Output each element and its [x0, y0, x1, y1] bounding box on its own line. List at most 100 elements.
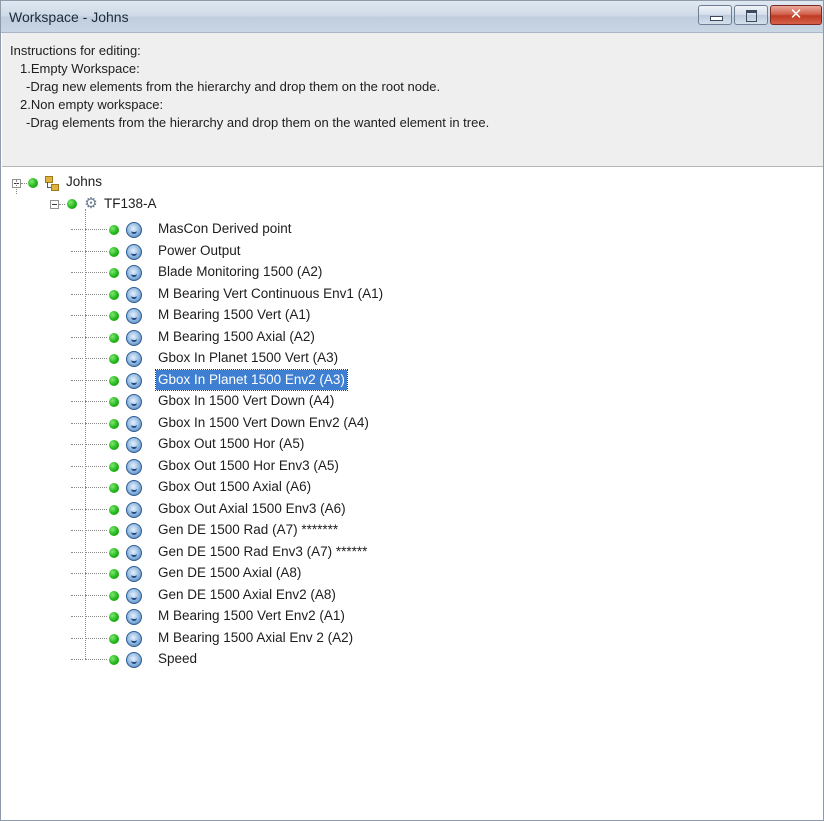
- sensor-point-icon: [126, 545, 142, 561]
- tree-item-label[interactable]: Gen DE 1500 Axial (A8): [156, 563, 303, 583]
- status-ok-icon: [109, 569, 119, 579]
- tree-item-label[interactable]: Gbox In Planet 1500 Env2 (A3): [155, 369, 348, 391]
- status-ok-icon: [109, 397, 119, 407]
- title-bar[interactable]: Workspace - Johns ✕: [1, 1, 823, 33]
- close-button[interactable]: ✕: [770, 5, 822, 25]
- tree-item-label[interactable]: Gbox In Planet 1500 Vert (A3): [156, 348, 340, 368]
- tree-connector: [85, 530, 107, 531]
- tree-item-measurement-point[interactable]: Power Output: [1, 241, 501, 263]
- maximize-button[interactable]: [734, 5, 768, 25]
- tree-item-measurement-point[interactable]: Gbox Out Axial 1500 Env3 (A6): [1, 499, 501, 521]
- tree-item-measurement-point[interactable]: Gbox In 1500 Vert Down Env2 (A4): [1, 413, 501, 435]
- tree-connector: [71, 315, 83, 316]
- tree-connector: [71, 294, 83, 295]
- tree-item-measurement-point[interactable]: Gbox Out 1500 Hor Env3 (A5): [1, 456, 501, 478]
- sensor-point-icon: [126, 351, 142, 367]
- tree-item-measurement-point[interactable]: Gbox Out 1500 Hor (A5): [1, 434, 501, 456]
- tree-item-measurement-point[interactable]: M Bearing 1500 Axial Env 2 (A2): [1, 628, 501, 650]
- minimize-button[interactable]: [698, 5, 732, 25]
- tree-node-machine[interactable]: ⚙ TF138-A: [1, 180, 301, 216]
- tree-connector: [85, 487, 107, 488]
- tree-connector: [71, 552, 83, 553]
- tree-connector: [71, 659, 83, 660]
- tree-connector: [71, 337, 83, 338]
- tree-item-label[interactable]: Gen DE 1500 Axial Env2 (A8): [156, 585, 338, 605]
- sensor-point-icon: [126, 588, 142, 604]
- tree-connector: [85, 251, 107, 252]
- tree-node-label[interactable]: TF138-A: [102, 194, 159, 214]
- instructions-panel: Instructions for editing: 1.Empty Worksp…: [2, 33, 823, 167]
- tree-item-measurement-point[interactable]: Gbox In Planet 1500 Env2 (A3): [1, 369, 501, 392]
- tree-item-measurement-point[interactable]: MasCon Derived point: [1, 219, 501, 241]
- tree-item-measurement-point[interactable]: Gen DE 1500 Axial Env2 (A8): [1, 585, 501, 607]
- tree-item-label[interactable]: Gbox In 1500 Vert Down (A4): [156, 391, 336, 411]
- tree-item-measurement-point[interactable]: Gen DE 1500 Axial (A8): [1, 563, 501, 585]
- tree-item-label[interactable]: Gbox Out Axial 1500 Env3 (A6): [156, 499, 348, 519]
- tree-connector: [85, 573, 107, 574]
- workspace-tree[interactable]: Johns ⚙ TF138-A MasCon Derived point Powe…: [1, 167, 823, 820]
- status-ok-icon: [109, 526, 119, 536]
- status-ok-icon: [109, 440, 119, 450]
- tree-connector: [85, 552, 107, 553]
- tree-connector: [85, 337, 107, 338]
- tree-item-measurement-point[interactable]: Gen DE 1500 Rad Env3 (A7) ******: [1, 542, 501, 564]
- tree-connector: [71, 272, 83, 273]
- workspace-window: Workspace - Johns ✕ Instructions for edi…: [0, 0, 824, 821]
- tree-connector: [85, 358, 107, 359]
- sensor-point-icon: [126, 502, 142, 518]
- tree-item-measurement-point[interactable]: M Bearing 1500 Axial (A2): [1, 327, 501, 349]
- tree-item-label[interactable]: MasCon Derived point: [156, 219, 294, 239]
- tree-connector: [85, 401, 107, 402]
- tree-item-label[interactable]: Blade Monitoring 1500 (A2): [156, 262, 324, 282]
- tree-connector: [85, 595, 107, 596]
- tree-item-label[interactable]: Power Output: [156, 241, 243, 261]
- tree-item-label[interactable]: M Bearing 1500 Vert (A1): [156, 305, 312, 325]
- tree-node-root[interactable]: Johns: [1, 173, 301, 195]
- tree-item-label[interactable]: Gbox In 1500 Vert Down Env2 (A4): [156, 413, 371, 433]
- tree-item-measurement-point[interactable]: Gbox Out 1500 Axial (A6): [1, 477, 501, 499]
- tree-item-label[interactable]: Speed: [156, 649, 199, 669]
- window-title: Workspace - Johns: [9, 9, 129, 25]
- tree-connector: [85, 659, 107, 660]
- tree-connector: [71, 380, 83, 381]
- tree-item-measurement-point[interactable]: Gbox In Planet 1500 Vert (A3): [1, 348, 501, 370]
- tree-item-measurement-point[interactable]: Blade Monitoring 1500 (A2): [1, 262, 501, 284]
- machine-gear-icon: ⚙: [84, 195, 98, 212]
- tree-item-label[interactable]: Gbox Out 1500 Axial (A6): [156, 477, 313, 497]
- tree-item-label[interactable]: M Bearing Vert Continuous Env1 (A1): [156, 284, 385, 304]
- tree-connector: [85, 423, 107, 424]
- tree-node-label[interactable]: Johns: [64, 172, 104, 192]
- tree-item-label[interactable]: Gen DE 1500 Rad (A7) *******: [156, 520, 340, 540]
- status-ok-icon: [109, 505, 119, 515]
- sensor-point-icon: [126, 652, 142, 668]
- tree-item-measurement-point[interactable]: M Bearing Vert Continuous Env1 (A1): [1, 284, 501, 306]
- status-ok-icon: [109, 591, 119, 601]
- tree-item-measurement-point[interactable]: Gen DE 1500 Rad (A7) *******: [1, 520, 501, 542]
- tree-connector: [85, 466, 107, 467]
- tree-item-label[interactable]: M Bearing 1500 Axial Env 2 (A2): [156, 628, 355, 648]
- status-ok-icon: [109, 634, 119, 644]
- sensor-point-icon: [126, 523, 142, 539]
- tree-connector: [85, 229, 107, 230]
- tree-item-label[interactable]: Gbox Out 1500 Hor Env3 (A5): [156, 456, 341, 476]
- tree-item-label[interactable]: M Bearing 1500 Axial (A2): [156, 327, 317, 347]
- tree-item-measurement-point[interactable]: M Bearing 1500 Vert Env2 (A1): [1, 606, 501, 628]
- collapse-machine-icon[interactable]: [50, 200, 59, 209]
- instructions-heading: Instructions for editing:: [10, 43, 141, 58]
- sensor-point-icon: [126, 394, 142, 410]
- tree-item-label[interactable]: Gen DE 1500 Rad Env3 (A7) ******: [156, 542, 369, 562]
- tree-item-measurement-point[interactable]: M Bearing 1500 Vert (A1): [1, 305, 501, 327]
- status-ok-icon: [28, 178, 38, 188]
- tree-connector: [71, 487, 83, 488]
- sensor-point-icon: [126, 308, 142, 324]
- tree-item-label[interactable]: M Bearing 1500 Vert Env2 (A1): [156, 606, 347, 626]
- sensor-point-icon: [126, 222, 142, 238]
- status-ok-icon: [109, 483, 119, 493]
- sensor-point-icon: [126, 287, 142, 303]
- tree-item-measurement-point[interactable]: Gbox In 1500 Vert Down (A4): [1, 391, 501, 413]
- tree-item-label[interactable]: Gbox Out 1500 Hor (A5): [156, 434, 306, 454]
- tree-item-measurement-point[interactable]: Speed: [1, 649, 501, 671]
- status-ok-icon: [109, 333, 119, 343]
- instruction-step2-text: -Drag elements from the hierarchy and dr…: [26, 115, 490, 130]
- close-icon: ✕: [789, 6, 803, 23]
